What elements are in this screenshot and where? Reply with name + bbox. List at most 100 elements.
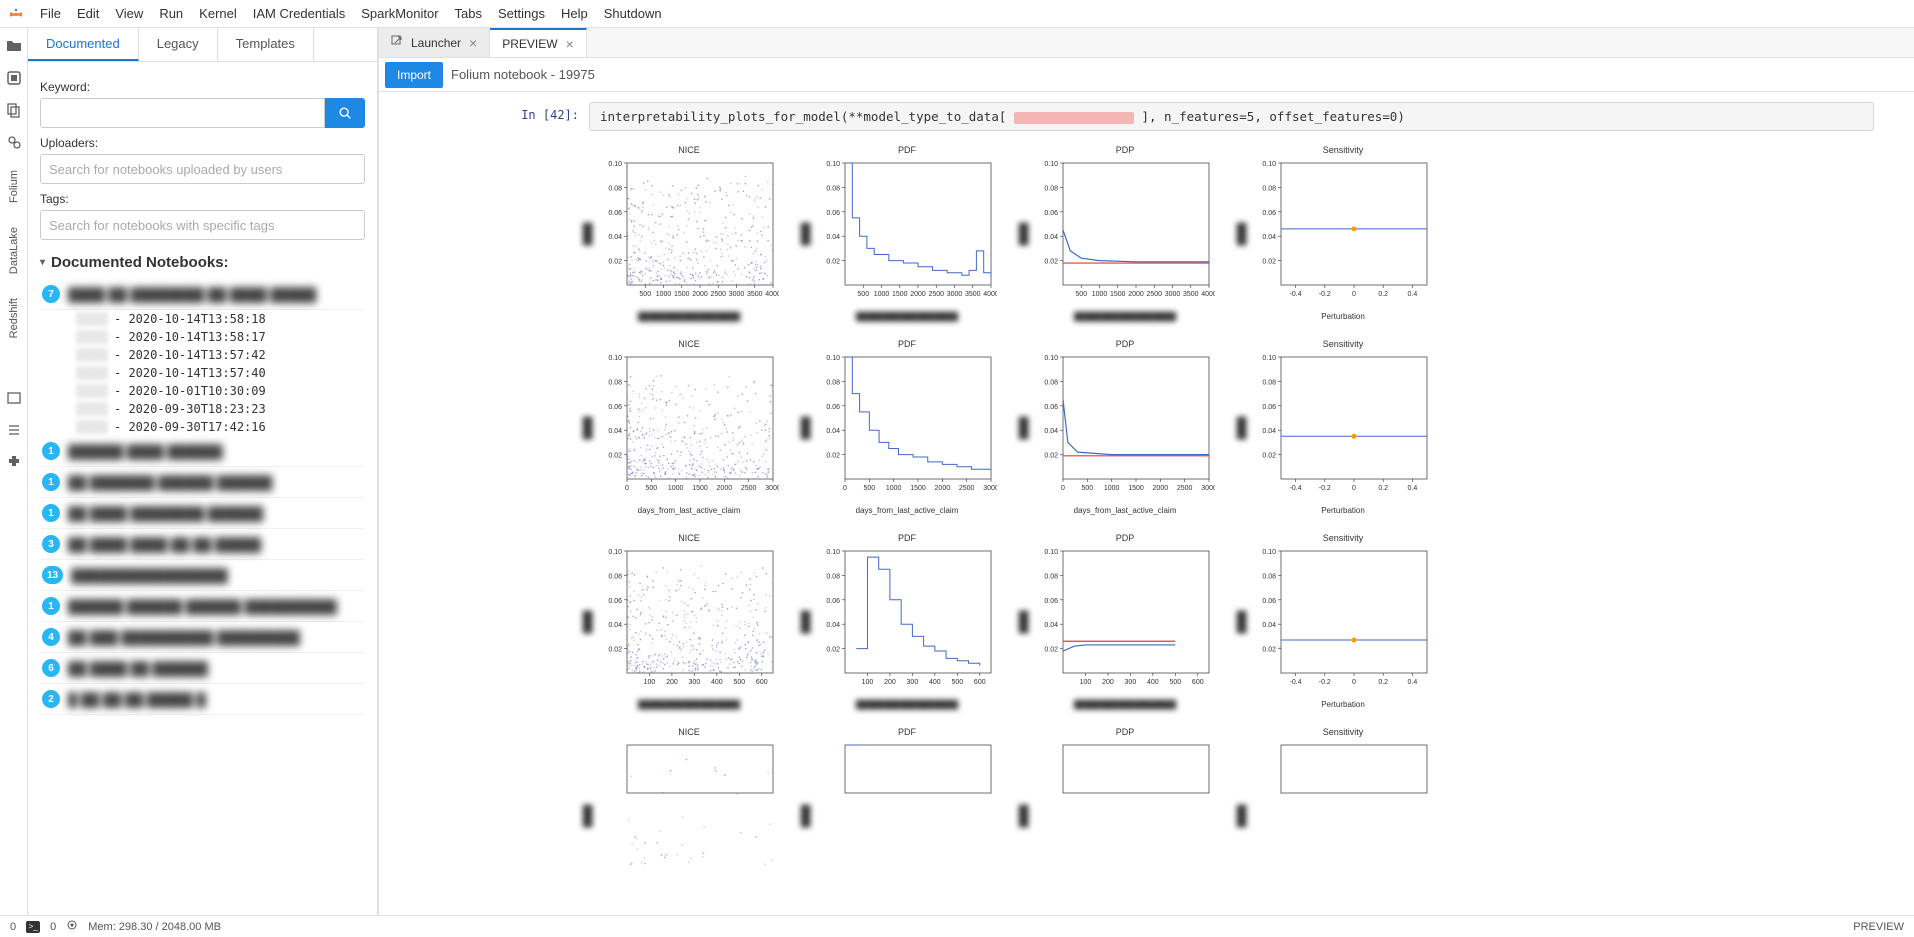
left-panel: Documented Legacy Templates Keyword: Upl…: [28, 28, 378, 915]
tags-input[interactable]: [40, 210, 365, 240]
svg-text:600: 600: [1192, 679, 1204, 686]
menu-tabs[interactable]: Tabs: [447, 2, 490, 25]
rail-tab-redshift[interactable]: Redshift: [8, 292, 20, 344]
svg-text:500: 500: [733, 679, 745, 686]
svg-text:2500: 2500: [959, 485, 975, 492]
notebook-item[interactable]: 4██ ███ ██████████ █████████: [40, 622, 365, 653]
status-count-2[interactable]: 0: [50, 921, 56, 933]
notebook-item[interactable]: 1██ ███████ ██████ ██████: [40, 467, 365, 498]
menu-run[interactable]: Run: [151, 2, 191, 25]
svg-text:4000: 4000: [983, 291, 997, 298]
running-icon[interactable]: [4, 68, 24, 88]
section-header-documented[interactable]: ▾ Documented Notebooks:: [40, 254, 365, 271]
extension-icon[interactable]: [4, 452, 24, 472]
svg-text:0.06: 0.06: [1044, 404, 1058, 411]
toc-icon[interactable]: [4, 420, 24, 440]
tab-legacy[interactable]: Legacy: [139, 28, 218, 61]
tab-templates[interactable]: Templates: [218, 28, 314, 61]
svg-text:2000: 2000: [1153, 485, 1169, 492]
keyword-input[interactable]: [40, 98, 325, 128]
notebook-version[interactable]: - 2020-10-14T13:58:17: [76, 328, 365, 346]
svg-text:0.10: 0.10: [1044, 161, 1058, 168]
settings-icon[interactable]: [4, 132, 24, 152]
uploaders-input[interactable]: [40, 154, 365, 184]
tab-documented[interactable]: Documented: [28, 28, 139, 61]
notebook-version[interactable]: - 2020-09-30T17:42:16: [76, 418, 365, 436]
jupyter-logo-icon: [8, 6, 24, 22]
svg-text:0.10: 0.10: [826, 355, 840, 362]
menu-view[interactable]: View: [107, 2, 151, 25]
notebook-item[interactable]: 3██ ████ ████ ██ ██ █████: [40, 529, 365, 560]
menu-help[interactable]: Help: [553, 2, 596, 25]
svg-text:0.2: 0.2: [1378, 485, 1388, 492]
close-icon[interactable]: ×: [469, 36, 477, 50]
activity-bar: Folium DataLake Redshift: [0, 28, 28, 915]
svg-text:0.06: 0.06: [826, 598, 840, 605]
svg-text:2500: 2500: [1146, 291, 1162, 298]
chart-title: PDF: [898, 533, 916, 543]
notebook-version[interactable]: - 2020-10-01T10:30:09: [76, 382, 365, 400]
chart-ylabel: ████: [583, 804, 592, 827]
notebook-item[interactable]: 1██████ ████ ██████: [40, 436, 365, 467]
notebook-item[interactable]: 1██████ ██████ ██████ ██████████: [40, 591, 365, 622]
version-timestamp: - 2020-10-14T13:58:17: [114, 330, 266, 344]
menu-settings[interactable]: Settings: [490, 2, 553, 25]
rail-tab-datalake[interactable]: DataLake: [8, 221, 20, 280]
svg-text:3000: 3000: [1201, 485, 1215, 492]
svg-text:100: 100: [1080, 679, 1092, 686]
notebook-item[interactable]: 1██ ████ ████████ ██████: [40, 498, 365, 529]
chart-title: Sensitivity: [1323, 727, 1364, 737]
svg-text:3500: 3500: [1183, 291, 1199, 298]
menu-iam-credentials[interactable]: IAM Credentials: [245, 2, 353, 25]
status-count[interactable]: 0: [10, 921, 16, 933]
kernel-status-icon[interactable]: [66, 919, 78, 934]
tab-preview[interactable]: PREVIEW ×: [490, 28, 587, 57]
menu-shutdown[interactable]: Shutdown: [596, 2, 670, 25]
notebook-item[interactable]: 2█ ██ ██ ██ █████ █: [40, 684, 365, 715]
svg-text:0.04: 0.04: [608, 234, 622, 241]
chart-ylabel: ████: [1019, 610, 1028, 633]
search-button[interactable]: [325, 98, 365, 128]
chart-pdf: PDF████: [807, 727, 1007, 892]
rail-tab-folium[interactable]: Folium: [8, 164, 20, 209]
svg-text:1500: 1500: [692, 485, 708, 492]
notebook-body[interactable]: In [42]: interpretability_plots_for_mode…: [379, 92, 1914, 915]
notebook-version[interactable]: - 2020-10-14T13:57:42: [76, 346, 365, 364]
svg-text:0.02: 0.02: [608, 647, 622, 654]
svg-text:0.06: 0.06: [1044, 210, 1058, 217]
notebook-version[interactable]: - 2020-10-14T13:57:40: [76, 364, 365, 382]
tab-launcher[interactable]: Launcher ×: [379, 28, 490, 57]
chart-xlabel: ██████████████████: [1074, 312, 1176, 321]
svg-text:0: 0: [625, 485, 629, 492]
commands-icon[interactable]: [4, 100, 24, 120]
svg-text:3000: 3000: [765, 485, 779, 492]
chart-xlabel: Perturbation: [1321, 700, 1365, 709]
folder-icon[interactable]: [4, 36, 24, 56]
status-mode: PREVIEW: [1853, 921, 1904, 933]
svg-text:0.08: 0.08: [1262, 379, 1276, 386]
chart-ylabel: ████: [801, 222, 810, 245]
close-icon[interactable]: ×: [566, 37, 574, 51]
chart-ylabel: ████: [801, 610, 810, 633]
menu-file[interactable]: File: [32, 2, 69, 25]
import-button[interactable]: Import: [385, 62, 443, 88]
menu-sparkmonitor[interactable]: SparkMonitor: [353, 2, 446, 25]
version-timestamp: - 2020-10-14T13:57:40: [114, 366, 266, 380]
notebook-item[interactable]: 6██ ████ ██ ██████: [40, 653, 365, 684]
chart-ylabel: ████: [1237, 416, 1246, 439]
menu-kernel[interactable]: Kernel: [191, 2, 245, 25]
chart-xlabel: ██████████████████: [856, 700, 958, 709]
terminal-icon[interactable]: >_: [26, 921, 40, 933]
notebook-item[interactable]: 7████ ██ ████████ ██ ████ █████: [40, 279, 365, 310]
svg-text:0.02: 0.02: [826, 259, 840, 266]
svg-text:2500: 2500: [741, 485, 757, 492]
code-input[interactable]: interpretability_plots_for_model(**model…: [589, 102, 1874, 131]
svg-text:400: 400: [1147, 679, 1159, 686]
chart-xlabel: days_from_last_active_claim: [638, 506, 741, 515]
svg-text:2500: 2500: [1177, 485, 1193, 492]
notebook-version[interactable]: - 2020-09-30T18:23:23: [76, 400, 365, 418]
notebook-item[interactable]: 13█████████████████: [40, 560, 365, 591]
open-tabs-icon[interactable]: [4, 388, 24, 408]
notebook-version[interactable]: - 2020-10-14T13:58:18: [76, 310, 365, 328]
menu-edit[interactable]: Edit: [69, 2, 107, 25]
